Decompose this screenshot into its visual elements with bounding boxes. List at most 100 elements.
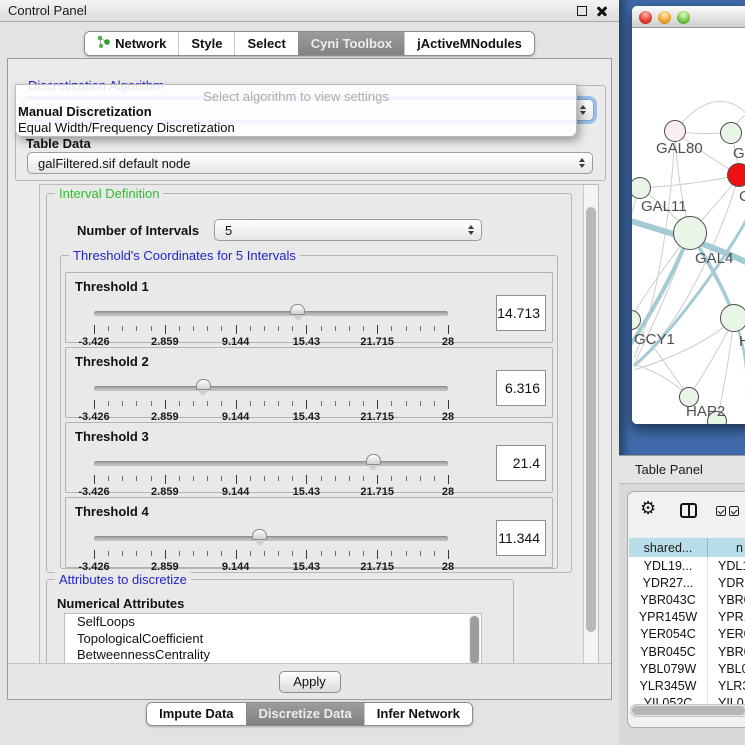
table-cell-shared-name: YBR043C [629, 591, 708, 608]
threshold-slider: -3.4262.8599.14415.4321.71528 [94, 528, 448, 568]
network-node[interactable] [727, 163, 745, 187]
table-row[interactable]: YBR045CYBR0 [629, 643, 745, 660]
popup-item-manual-discretization[interactable]: Manual Discretization [16, 104, 576, 120]
slider-handle[interactable] [290, 304, 305, 315]
panel-divider [619, 0, 630, 455]
tab-infer-network[interactable]: Infer Network [364, 703, 472, 725]
slider-ticks [94, 475, 448, 485]
tab-cyni-toolbox[interactable]: Cyni Toolbox [298, 32, 404, 55]
combo-stepper-icon [579, 158, 585, 168]
threshold-row: Threshold 4-3.4262.8599.14415.4321.71528… [65, 497, 553, 568]
network-node[interactable] [664, 120, 686, 142]
table-panel-title: Table Panel [635, 462, 703, 477]
table-data-combobox[interactable]: galFiltered.sif default node [27, 152, 593, 174]
table-row[interactable]: YLR345WYLR3 [629, 677, 745, 694]
tab-label: Discretize Data [259, 706, 352, 721]
minimize-traffic-light[interactable] [658, 11, 671, 24]
settings-scroll-pane: Interval Definition Number of Intervals … [39, 184, 599, 665]
apply-button[interactable]: Apply [279, 671, 341, 693]
float-window-icon[interactable] [577, 6, 587, 16]
table-cell-shared-name: YER054C [629, 626, 708, 643]
threshold-slider: -3.4262.8599.14415.4321.71528 [94, 453, 448, 493]
checkbox-icon[interactable] [716, 506, 726, 516]
table-row[interactable]: YDL19...YDL1 [629, 557, 745, 574]
tab-label: Network [115, 36, 166, 51]
tab-impute-data[interactable]: Impute Data [147, 703, 245, 725]
tab-label: Style [191, 36, 222, 51]
network-window: GAL80GACGAL11GAL4GCY1HHAP2 [632, 6, 745, 424]
node-label: C [739, 188, 745, 205]
tab-select[interactable]: Select [234, 32, 297, 55]
tab-label: Cyni Toolbox [311, 36, 392, 51]
tab-jactivemnodules[interactable]: jActiveMNodules [404, 32, 534, 55]
network-window-titlebar [632, 6, 745, 28]
table-row[interactable]: YDR27...YDR2 [629, 574, 745, 591]
table-cell-shared-name: YBR045C [629, 643, 708, 660]
threshold-slider: -3.4262.8599.14415.4321.71528 [94, 303, 448, 343]
tab-label: Infer Network [377, 706, 460, 721]
slider-track[interactable] [94, 311, 448, 316]
threshold-value-field[interactable]: 11.344 [496, 520, 546, 556]
network-canvas[interactable]: GAL80GACGAL11GAL4GCY1HHAP2 [632, 28, 745, 424]
bottom-tab-bar: Impute Data Discretize Data Infer Network [0, 702, 619, 726]
threshold-value-field[interactable]: 14.713 [496, 295, 546, 331]
table-cell-name: YBL0 [708, 660, 745, 677]
table-data-label: Table Data [26, 136, 91, 151]
table-row[interactable]: YBR043CYBR0 [629, 591, 745, 608]
close-icon[interactable] [596, 5, 608, 17]
table-panel-header: Table Panel [619, 456, 745, 484]
network-node[interactable] [720, 304, 745, 332]
threshold-value-field[interactable]: 6.316 [496, 370, 546, 406]
tab-label: jActiveMNodules [417, 36, 522, 51]
list-item[interactable]: SelfLoops [65, 614, 481, 631]
attributes-group: Attributes to discretize Numerical Attri… [46, 579, 514, 665]
table-row[interactable]: YPR145WYPR1 [629, 609, 745, 626]
slider-handle[interactable] [252, 529, 267, 540]
slider-track[interactable] [94, 536, 448, 541]
columns-icon[interactable] [680, 503, 697, 518]
horizontal-scrollbar-thumb[interactable] [632, 706, 745, 715]
gear-icon[interactable]: ⚙ [640, 499, 656, 517]
list-item[interactable]: BetweennessCentrality [65, 647, 481, 664]
panel-title: Control Panel [8, 3, 87, 18]
scale-label: 15.43 [293, 561, 321, 573]
table-cell-name: YBR0 [708, 643, 745, 660]
tab-style[interactable]: Style [178, 32, 234, 55]
tab-network[interactable]: Network [85, 32, 178, 55]
node-label: HAP2 [686, 403, 725, 420]
list-item[interactable]: TopologicalCoefficient [65, 631, 481, 648]
scale-label: 21.715 [360, 561, 394, 573]
vertical-scrollbar-thumb[interactable] [586, 207, 596, 632]
table-data-value: galFiltered.sif default node [38, 156, 190, 171]
tab-discretize-data[interactable]: Discretize Data [246, 703, 364, 725]
table-cell-name: YDR2 [708, 574, 745, 591]
table-row[interactable]: YER054CYER0 [629, 626, 745, 643]
column-header-shared[interactable]: shared... [629, 538, 708, 557]
column-header-name[interactable]: n [708, 538, 745, 557]
close-traffic-light[interactable] [639, 11, 652, 24]
group-title: Threshold's Coordinates for 5 Intervals [69, 248, 300, 263]
slider-handle[interactable] [366, 454, 381, 465]
slider-handle[interactable] [196, 379, 211, 390]
group-title: Attributes to discretize [55, 572, 191, 587]
intervals-combobox[interactable]: 5 [214, 219, 482, 241]
table-row[interactable]: YBL079WYBL0 [629, 660, 745, 677]
threshold-row: Threshold 1-3.4262.8599.14415.4321.71528… [65, 272, 553, 343]
popup-item-equal-width-frequency[interactable]: Equal Width/Frequency Discretization [16, 120, 576, 136]
network-node[interactable] [720, 122, 742, 144]
control-panel: Control Panel Network Style Select Cyni Too… [0, 0, 619, 745]
threshold-label: Threshold 2 [75, 354, 149, 369]
threshold-value-field[interactable]: 21.4 [496, 445, 546, 481]
apply-row: Apply [8, 663, 611, 699]
list-scrollbar-thumb[interactable] [470, 616, 479, 664]
network-node[interactable] [673, 216, 707, 250]
slider-track[interactable] [94, 461, 448, 466]
slider-track[interactable] [94, 386, 448, 391]
zoom-traffic-light[interactable] [677, 11, 690, 24]
intervals-value: 5 [225, 223, 232, 238]
threshold-slider: -3.4262.8599.14415.4321.71528 [94, 378, 448, 418]
checkbox-icon[interactable] [729, 506, 739, 516]
table-cell-name: YDL1 [708, 557, 745, 574]
group-title: Interval Definition [55, 186, 163, 201]
thresholds-group: Threshold's Coordinates for 5 Intervals … [60, 255, 558, 569]
